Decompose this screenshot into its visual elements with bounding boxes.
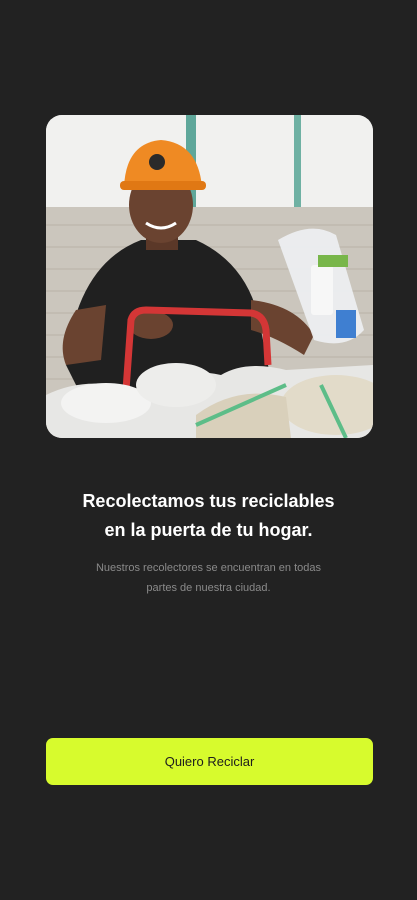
quiero-reciclar-button[interactable]: Quiero Reciclar [46, 738, 373, 785]
subtext-line-2: partes de nuestra ciudad. [146, 582, 271, 594]
subtext-line-1: Nuestros recolectores se encuentran en t… [95, 562, 322, 574]
recycling-worker-illustration [46, 115, 373, 438]
headline-line-2: en la puerta de tu hogar. [104, 520, 313, 540]
hero-image [46, 115, 373, 438]
headline-line-1: Recolectamos tus reciclables [82, 491, 335, 511]
onboarding-subtext: Nuestros recolectores se encuentran en t… [70, 558, 347, 598]
onboarding-headline: Recolectamos tus reciclables en la puerta… [0, 487, 417, 545]
cta-label: Quiero Reciclar [164, 754, 255, 769]
